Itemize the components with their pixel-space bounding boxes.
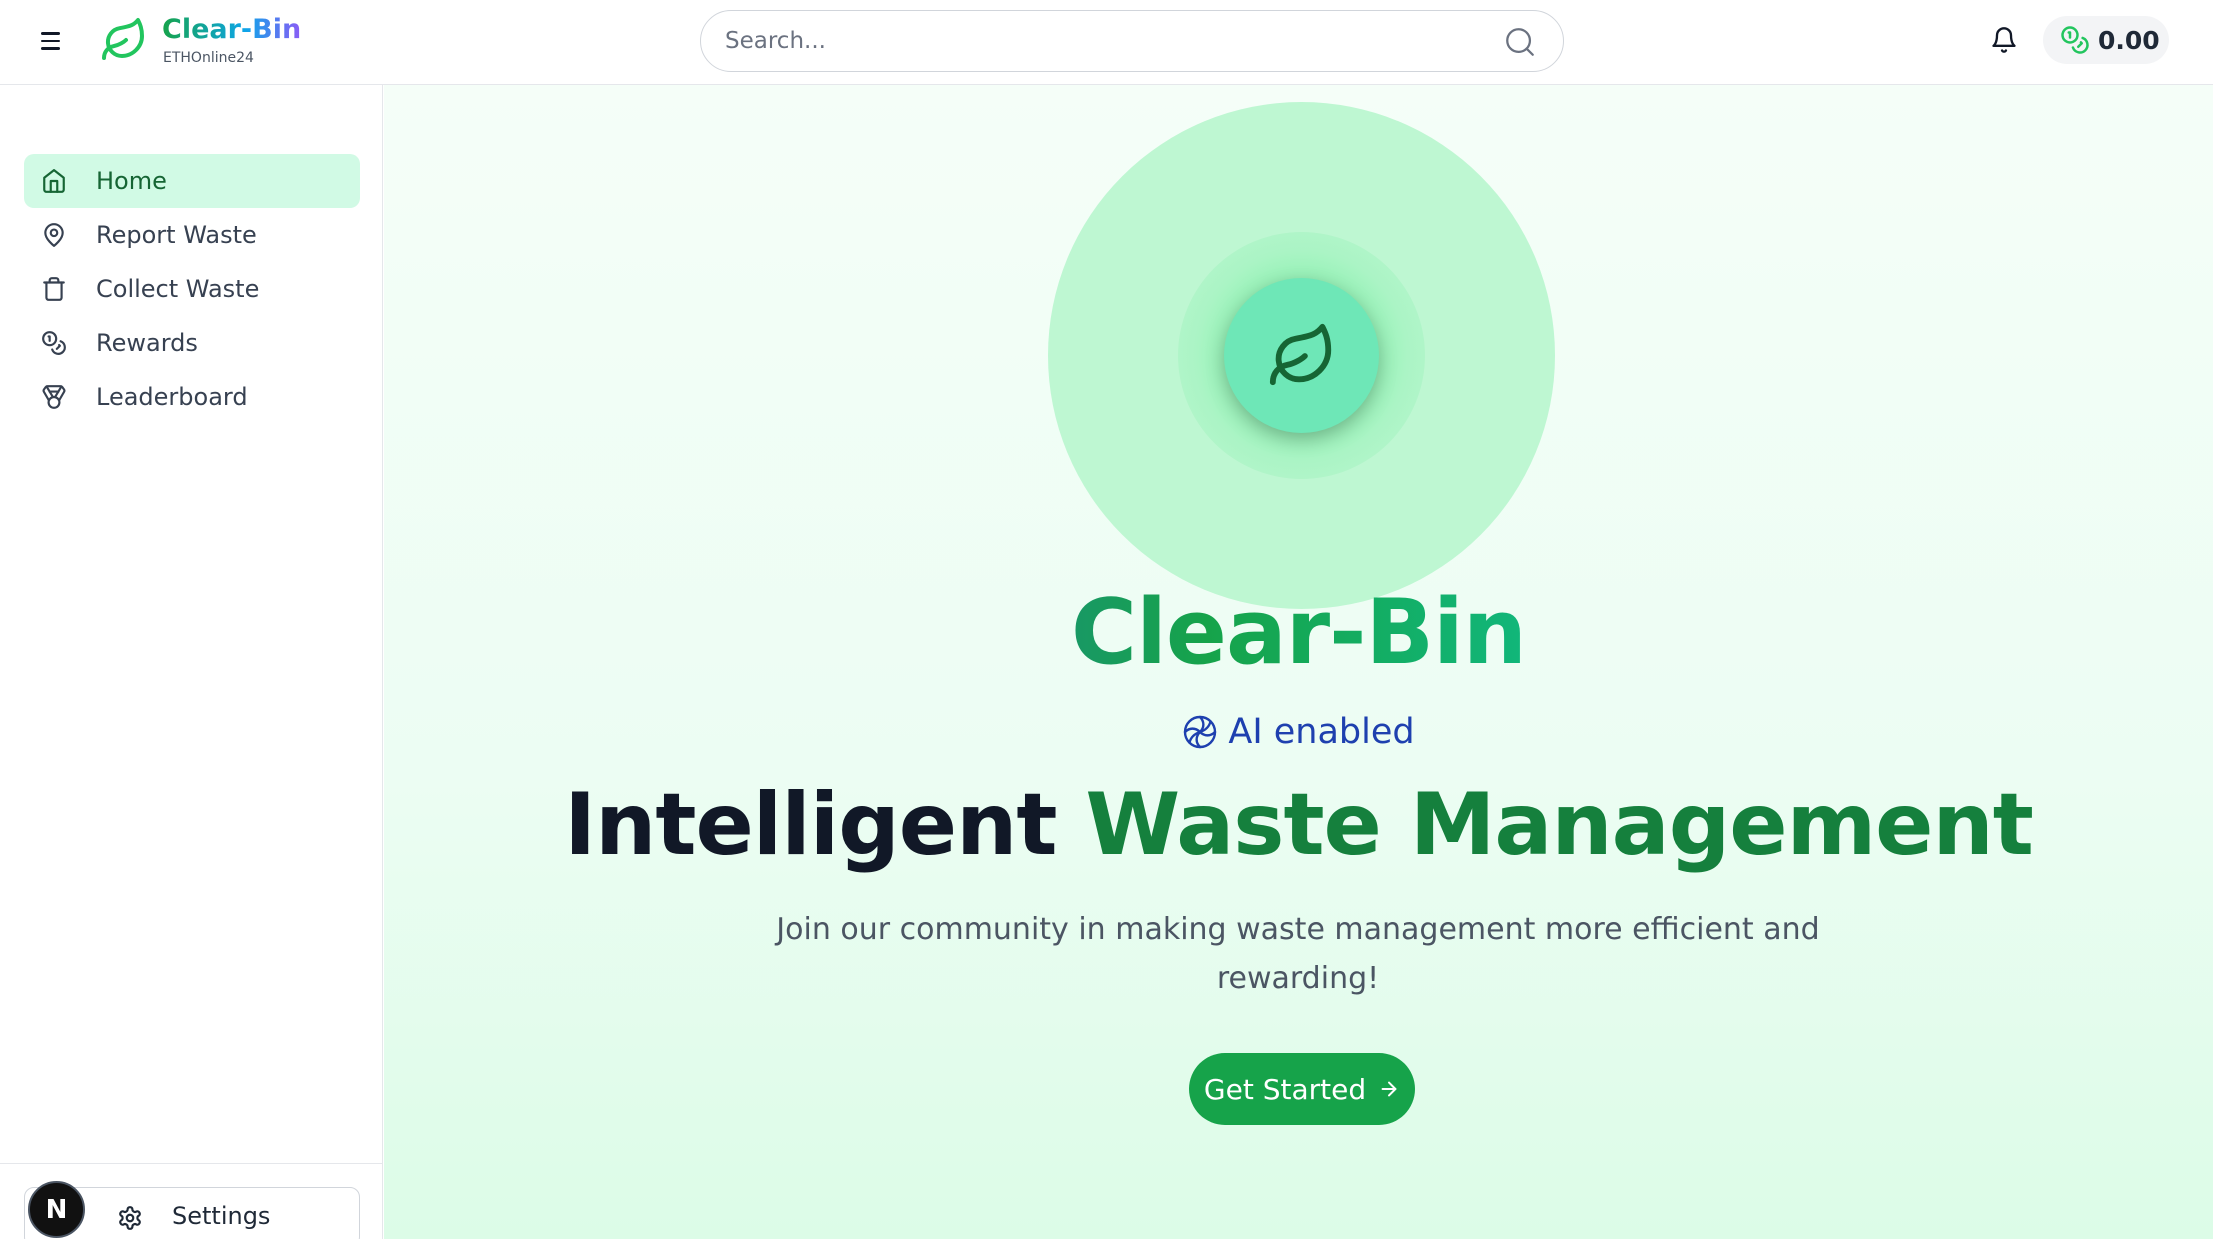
coins-icon	[42, 331, 66, 355]
menu-icon[interactable]	[36, 26, 66, 56]
sidebar-item-label: Leaderboard	[96, 383, 248, 411]
hero-brand: Clear-Bin	[384, 580, 2213, 685]
main-content: Clear-Bin AI enabled Intelligent Waste M…	[384, 85, 2213, 1239]
hero-leaf-badge	[1224, 278, 1379, 433]
gear-icon	[119, 1206, 141, 1230]
sidebar-item-report-waste[interactable]: Report Waste	[24, 208, 360, 262]
search-icon[interactable]	[1503, 25, 1537, 59]
sidebar-item-label: Rewards	[96, 329, 198, 357]
balance-value: 0.00	[2098, 25, 2160, 55]
sidebar-item-label: Report Waste	[96, 221, 257, 249]
home-icon	[43, 169, 65, 193]
sidebar-item-collect-waste[interactable]: Collect Waste	[24, 262, 360, 316]
leaf-icon	[1269, 323, 1331, 385]
arrow-right-icon	[1381, 1081, 1397, 1097]
app-subtitle: ETHOnline24	[163, 50, 254, 66]
search-input[interactable]	[725, 23, 1485, 59]
leaf-icon	[102, 18, 144, 60]
get-started-label: Get Started	[1203, 1072, 1367, 1106]
settings-label: Settings	[172, 1202, 271, 1230]
balance-badge[interactable]: 0.00	[2043, 16, 2169, 64]
sidebar-item-leaderboard[interactable]: Leaderboard	[24, 370, 360, 424]
app-title[interactable]: Clear-Bin	[162, 14, 301, 45]
sidebar-divider	[0, 1163, 383, 1164]
sidebar-item-label: Home	[96, 167, 167, 195]
search-bar[interactable]	[700, 10, 1564, 72]
trash-icon	[43, 277, 65, 301]
ai-badge: AI enabled	[384, 712, 2213, 752]
ai-badge-label: AI enabled	[1228, 712, 1415, 752]
get-started-button[interactable]: Get Started	[1189, 1053, 1415, 1125]
hero-subtitle: Join our community in making waste manag…	[776, 912, 1820, 996]
ai-spiral-icon	[1184, 715, 1217, 749]
map-pin-icon	[44, 223, 64, 247]
sidebar-item-home[interactable]: Home	[24, 154, 360, 208]
sidebar-item-label: Collect Waste	[96, 275, 260, 303]
hero-headline: Intelligent Waste Management	[384, 775, 2213, 875]
headline-part2: Waste Management	[1085, 775, 2033, 875]
sidebar-item-rewards[interactable]: Rewards	[24, 316, 360, 370]
sidebar: Home Report Waste Collect Waste Rewards …	[0, 85, 383, 1239]
avatar[interactable]: N	[28, 1181, 85, 1238]
top-bar: Clear-Bin ETHOnline24 0.00	[0, 0, 2213, 85]
bell-icon[interactable]	[1990, 26, 2018, 54]
medal-icon	[42, 385, 66, 409]
headline-part1: Intelligent	[564, 775, 1057, 875]
coins-icon	[2061, 26, 2089, 54]
